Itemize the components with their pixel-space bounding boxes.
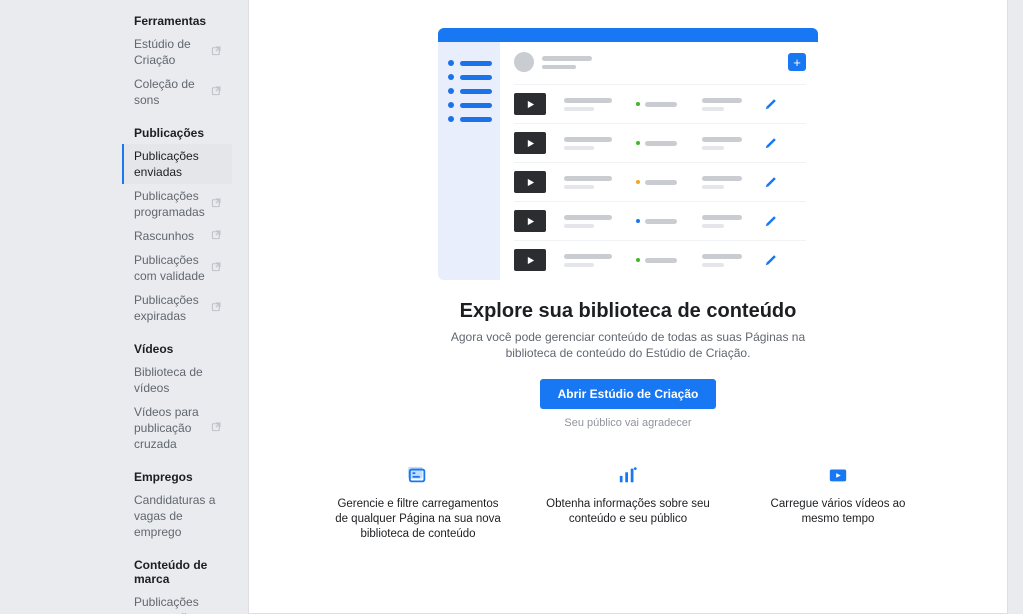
pencil-icon [764,175,778,189]
feature-text: Carregue vários vídeos ao mesmo tempo [753,497,923,527]
external-link-icon [211,420,222,436]
illustration-content-row [514,201,806,240]
illustration-content-row [514,240,806,279]
sidebar-item[interactable]: Publicações enviadas [122,144,232,184]
content-card: + Explore sua biblioteca de conteúdo Ago… [248,0,1008,614]
play-icon [514,210,546,232]
pencil-icon [764,97,778,111]
external-link-icon [211,196,222,212]
sidebar-item[interactable]: Vídeos para publicação cruzada [122,400,232,456]
sidebar-item-label: Vídeos para publicação cruzada [134,404,211,452]
feature-item: Gerencie e filtre carregamentos de qualq… [333,463,503,542]
sidebar-item[interactable]: Coleção de sons [122,72,232,112]
illustration-content-row [514,162,806,201]
sidebar-item-label: Publicações com validade [134,252,211,284]
sidebar-nav: Ferramentas Estúdio de Criação Coleção de … [0,0,240,614]
external-link-icon [211,44,222,60]
sidebar-section-header: Ferramentas [122,8,240,32]
feature-item: Obtenha informações sobre seu conteúdo e… [543,463,713,542]
sidebar-section-header: Empregos [122,464,240,488]
sidebar-section-header: Publicações [122,120,240,144]
external-link-icon [211,260,222,276]
sidebar-section-header: Conteúdo de marca [122,552,240,590]
upload-icon [826,463,850,487]
insights-icon [617,463,639,487]
sidebar-item-label: Coleção de sons [134,76,211,108]
play-icon [514,93,546,115]
illustration-content-row [514,84,806,123]
cta-subtext: Seu público vai agradecer [564,417,691,429]
sidebar-item-label: Candidaturas a vagas de emprego [134,492,222,540]
sidebar-item[interactable]: Candidaturas a vagas de emprego [122,488,232,544]
feature-text: Gerencie e filtre carregamentos de qualq… [333,497,503,542]
sidebar-item-label: Publicações enviadas [134,148,222,180]
illustration-topbar [438,28,818,42]
sidebar-item[interactable]: Estúdio de Criação [122,32,232,72]
illustration-library: + [438,28,818,280]
pencil-icon [764,253,778,267]
sidebar-item-label: Publicações programadas [134,188,211,220]
illustration-sidebar [438,42,500,280]
external-link-icon [211,228,222,244]
sidebar-item-label: Estúdio de Criação [134,36,211,68]
pencil-icon [764,136,778,150]
features-row: Gerencie e filtre carregamentos de qualq… [328,463,928,542]
headline: Explore sua biblioteca de conteúdo [460,300,797,323]
open-creator-studio-button[interactable]: Abrir Estúdio de Criação [540,379,717,409]
sidebar-item[interactable]: Publicações com validade [122,248,232,288]
sidebar-item-label: Publicações para analisar [134,594,222,614]
avatar-icon [514,52,534,72]
sidebar-item[interactable]: Publicações programadas [122,184,232,224]
main-area: + Explore sua biblioteca de conteúdo Ago… [240,0,1023,614]
illustration-main: + [500,42,818,280]
sidebar-item-label: Publicações expiradas [134,292,211,324]
subtext: Agora você pode gerenciar conteúdo de to… [448,329,808,361]
sidebar-item[interactable]: Biblioteca de vídeos [122,360,232,400]
sidebar-item[interactable]: Rascunhos [122,224,232,248]
illustration-content-row [514,123,806,162]
feature-text: Obtenha informações sobre seu conteúdo e… [543,497,713,527]
sidebar-item[interactable]: Publicações para analisar [122,590,232,614]
external-link-icon [211,300,222,316]
manage-icon [407,463,429,487]
pencil-icon [764,214,778,228]
sidebar-section-header: Vídeos [122,336,240,360]
feature-item: Carregue vários vídeos ao mesmo tempo [753,463,923,542]
play-icon [514,249,546,271]
play-icon [514,171,546,193]
sidebar-item-label: Rascunhos [134,228,194,244]
plus-icon: + [788,53,806,71]
external-link-icon [211,84,222,100]
sidebar-item[interactable]: Publicações expiradas [122,288,232,328]
play-icon [514,132,546,154]
sidebar-item-label: Biblioteca de vídeos [134,364,222,396]
